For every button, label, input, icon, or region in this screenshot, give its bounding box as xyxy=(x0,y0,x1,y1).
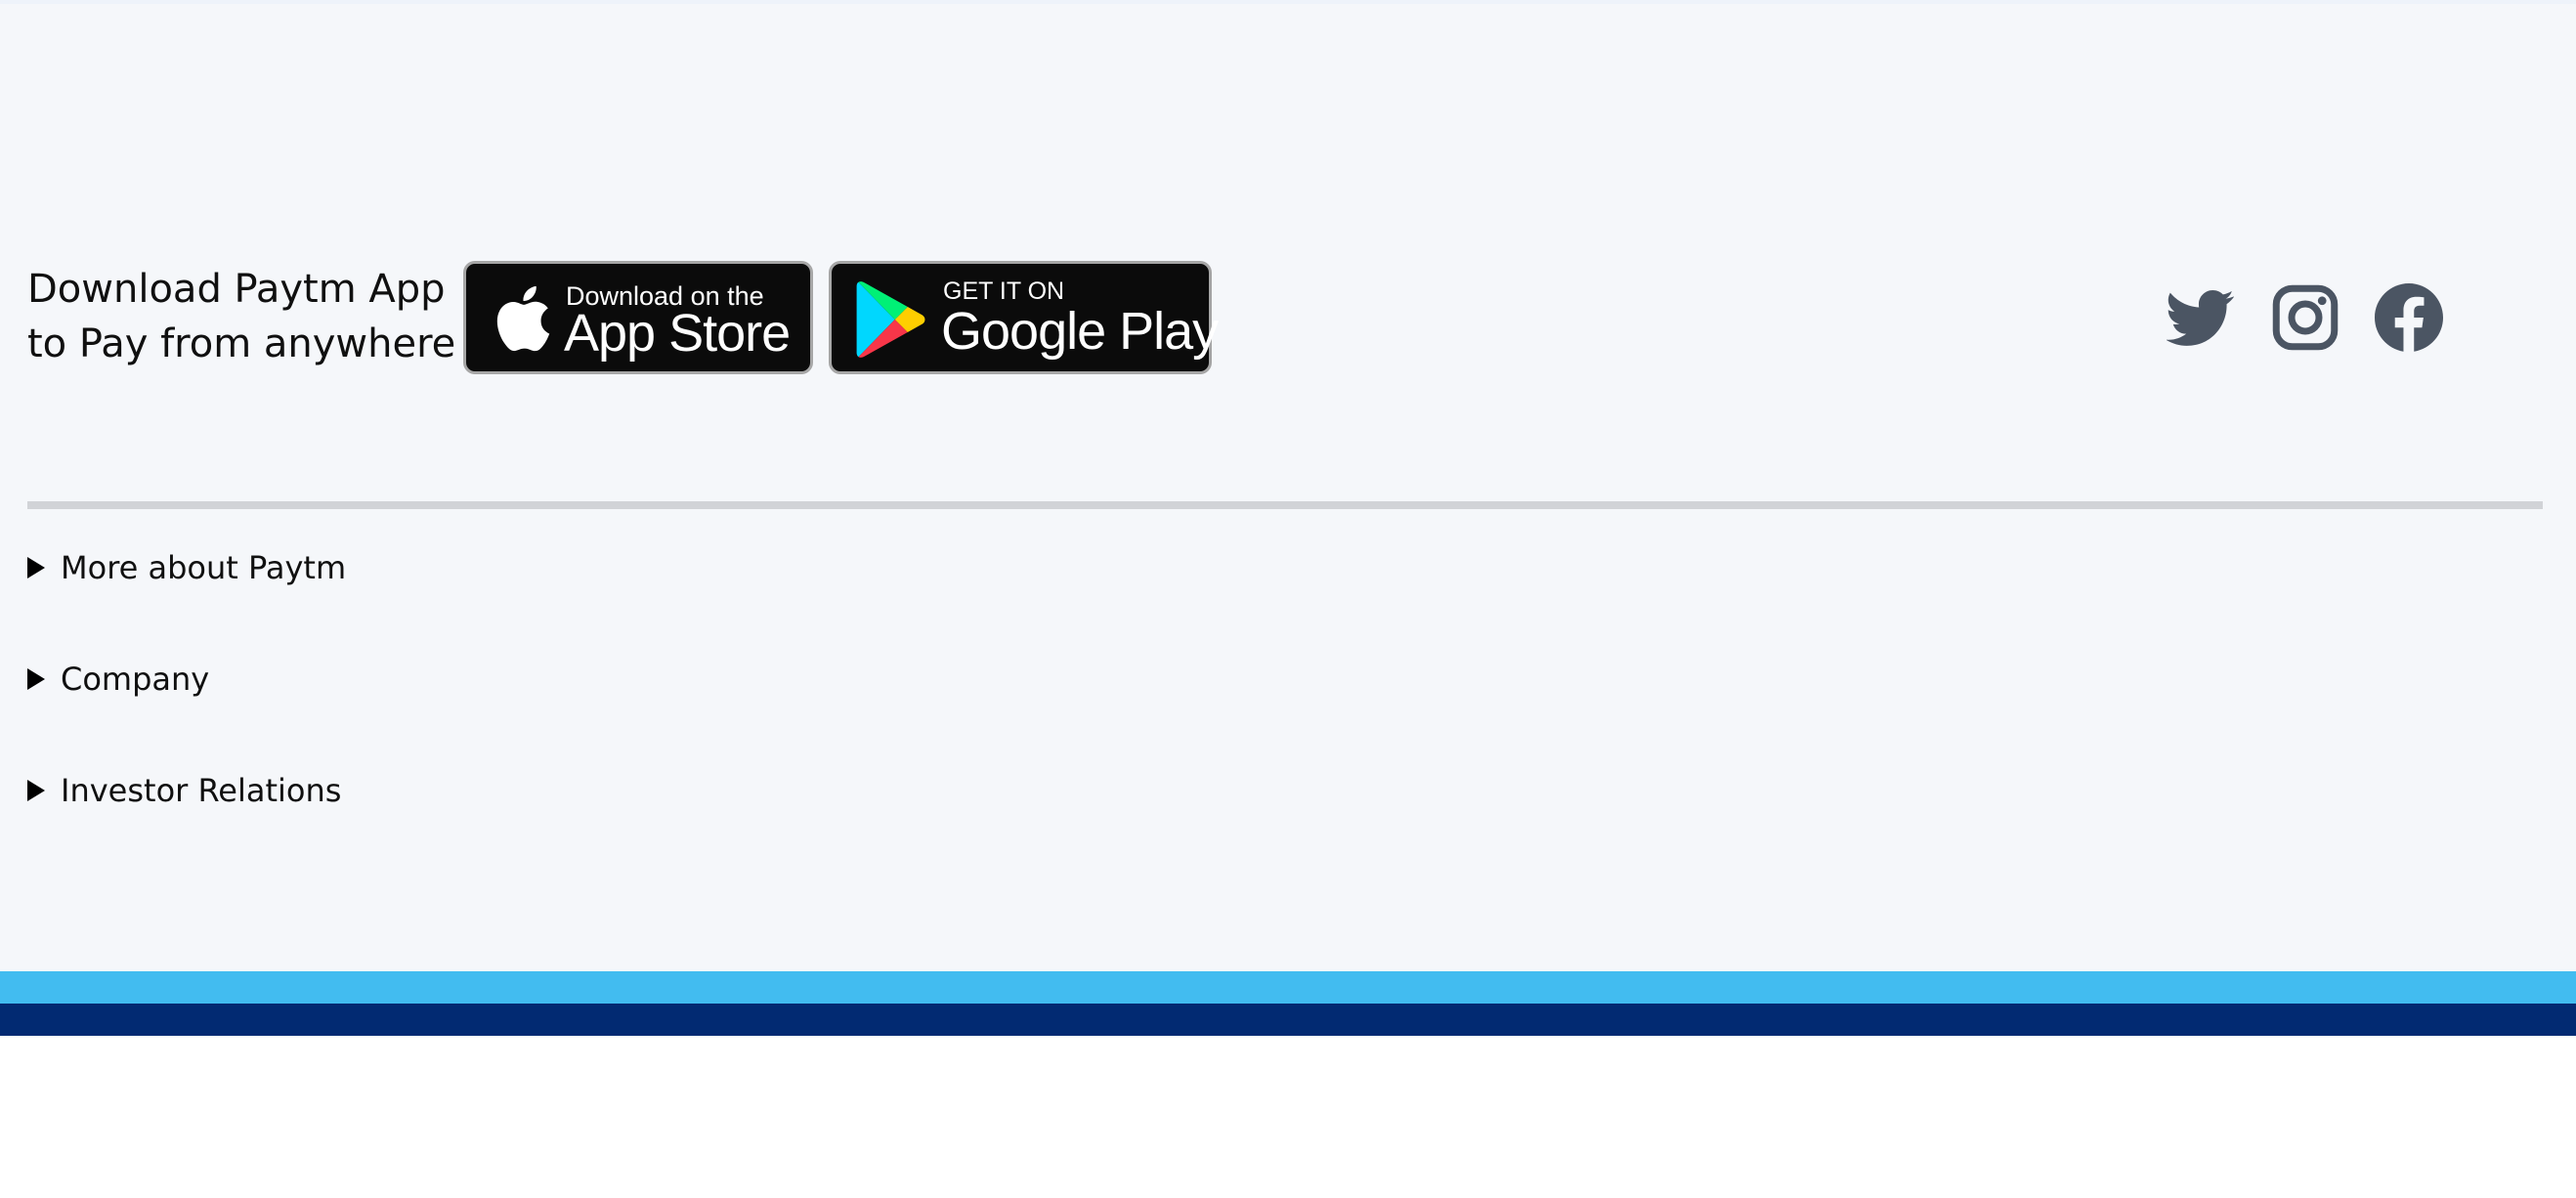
app-store-badge[interactable]: Download on the App Store xyxy=(463,261,813,374)
download-heading-line1: Download Paytm App xyxy=(27,267,446,312)
download-heading: Download Paytm App to Pay from anywhere xyxy=(27,262,455,371)
twitter-icon xyxy=(2165,290,2234,346)
google-play-big-text: Google Play xyxy=(941,302,1219,361)
google-play-badge[interactable]: GET IT ON Google Play xyxy=(829,261,1219,374)
accordion-label: Investor Relations xyxy=(61,772,342,809)
accordion-company[interactable]: Company xyxy=(27,655,209,704)
accordion-label: More about Paytm xyxy=(61,549,347,586)
footer-divider xyxy=(27,501,2543,509)
apple-icon xyxy=(492,283,552,358)
caret-right-icon xyxy=(27,780,45,801)
download-heading-line2: to Pay from anywhere xyxy=(27,321,456,366)
footer-band-dark xyxy=(0,1004,2576,1036)
facebook-link[interactable] xyxy=(2375,283,2443,352)
caret-right-icon xyxy=(27,557,45,578)
caret-right-icon xyxy=(27,668,45,690)
accordion-investor-relations[interactable]: Investor Relations xyxy=(27,766,341,815)
app-store-big-text: App Store xyxy=(564,304,791,363)
instagram-link[interactable] xyxy=(2271,283,2340,352)
top-border xyxy=(0,0,2576,4)
accordion-more-about-paytm[interactable]: More about Paytm xyxy=(27,543,346,592)
facebook-icon xyxy=(2375,283,2443,352)
footer-band-light xyxy=(0,971,2576,1004)
accordion-label: Company xyxy=(61,661,210,698)
footer: Download Paytm App to Pay from anywhere … xyxy=(0,0,2576,1036)
google-play-icon xyxy=(853,279,929,364)
instagram-icon xyxy=(2272,284,2339,351)
twitter-link[interactable] xyxy=(2165,283,2235,352)
